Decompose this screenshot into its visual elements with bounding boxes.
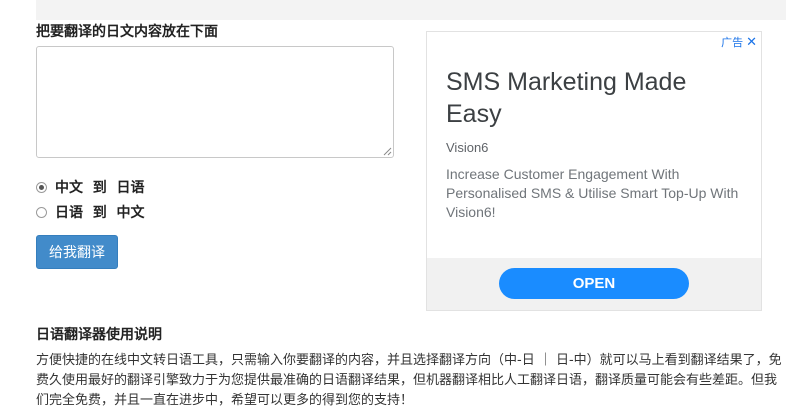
source-text-input[interactable] xyxy=(36,46,394,158)
input-heading: 把要翻译的日文内容放在下面 xyxy=(36,24,218,40)
ad-headline[interactable]: SMS Marketing Made Easy xyxy=(446,66,746,130)
ad-choices-label: 广告 xyxy=(721,36,744,49)
ad-open-button[interactable]: OPEN xyxy=(499,268,689,299)
ad-choices[interactable]: 广告 ✕ xyxy=(721,34,757,50)
top-banner-strip xyxy=(36,0,786,20)
radio-checked-icon[interactable] xyxy=(36,181,47,193)
instructions-paragraph: 方便快捷的在线中文转日语工具，只需输入你要翻译的内容，并且选择翻译方向（中-日 … xyxy=(36,353,782,408)
radio-unchecked-icon[interactable] xyxy=(36,206,47,218)
ad-advertiser[interactable]: Vision6 xyxy=(446,140,488,155)
ad-cta-area: OPEN xyxy=(427,258,761,310)
direction-option-zh-ja[interactable]: 中文 到 日语 xyxy=(36,177,145,197)
ad-panel[interactable]: 广告 ✕ SMS Marketing Made Easy Vision6 Inc… xyxy=(426,31,762,311)
resize-grip-icon[interactable] xyxy=(382,146,392,156)
direction-option-ja-zh[interactable]: 日语 到 中文 xyxy=(36,202,145,222)
instructions-heading: 日语翻译器使用说明 xyxy=(36,327,162,343)
ad-body[interactable]: Increase Customer Engagement With Person… xyxy=(446,165,746,222)
direction-label: 日语 到 中文 xyxy=(55,205,145,221)
translate-button[interactable]: 给我翻译 xyxy=(36,235,118,269)
close-icon[interactable]: ✕ xyxy=(746,35,757,50)
direction-label: 中文 到 日语 xyxy=(55,180,145,196)
